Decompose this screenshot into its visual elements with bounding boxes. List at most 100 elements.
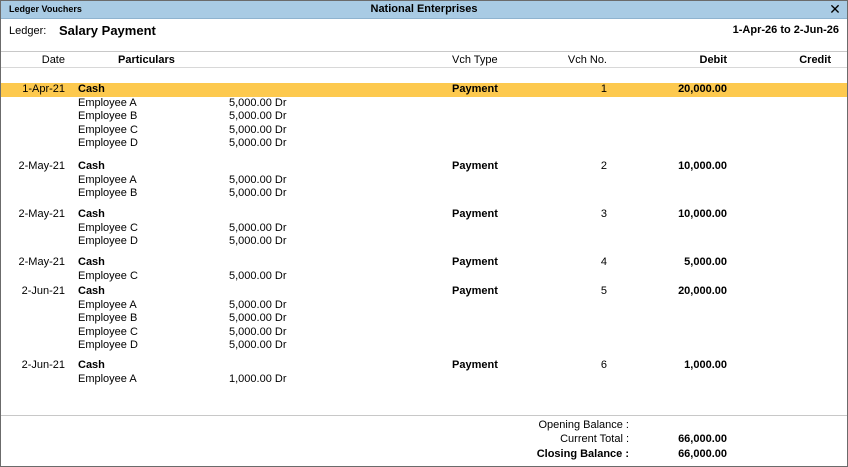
column-header-vch-type: Vch Type [452,54,498,66]
header-underline [1,67,847,68]
voucher-debit: 1,000.00 [684,359,727,371]
employee-name: Employee D [78,137,138,149]
voucher-row[interactable]: 2-May-21 Cash Payment 2 10,000.00 [1,160,847,173]
voucher-date: 2-May-21 [18,208,65,220]
employee-amount: 5,000.00 Dr [229,325,287,338]
column-header-date: Date [41,54,65,66]
ledger-header: Ledger: Salary Payment 1-Apr-26 to 2-Jun… [1,19,847,45]
voucher-row-selected[interactable]: 1-Apr-21 Cash Payment 1 20,000.00 [1,83,847,97]
employee-name: Employee A [78,173,137,186]
column-header-vch-no: Vch No. [567,54,607,66]
footer-divider [1,415,847,416]
voucher-type: Payment [452,256,498,268]
voucher-type: Payment [452,208,498,220]
voucher-number: 6 [600,359,607,371]
employee-name: Employee C [78,269,138,282]
employee-amount: 5,000.00 Dr [229,187,287,199]
employee-name: Employee A [78,372,137,385]
ledger-label: Ledger: [9,25,47,37]
employee-name: Employee A [78,96,137,109]
voucher-detail-row: Employee D 5,000.00 Dr [1,137,847,150]
ledger-name: Salary Payment [59,23,156,38]
employee-name: Employee C [78,221,138,234]
employee-amount: 5,000.00 Dr [229,110,287,122]
voucher-date: 2-Jun-21 [21,359,65,371]
employee-amount: 5,000.00 Dr [229,298,287,311]
voucher-detail-row: Employee C 5,000.00 Dr [1,270,847,283]
voucher-detail-row: Employee B 5,000.00 Dr [1,312,847,325]
voucher-detail-row: Employee C 5,000.00 Dr [1,222,847,235]
voucher-type: Payment [452,285,498,297]
company-title: National Enterprises [370,3,478,15]
voucher-type: Payment [452,359,498,371]
closing-balance-label: Closing Balance : [536,448,629,460]
column-header-debit: Debit [699,54,728,66]
voucher-particulars: Cash [78,208,105,220]
voucher-type: Payment [452,160,498,172]
employee-amount: 5,000.00 Dr [229,235,287,247]
employee-amount: 5,000.00 Dr [229,339,287,351]
title-bar: Ledger Vouchers National Enterprises ✕ [1,1,847,19]
column-header-particulars: Particulars [118,54,175,66]
employee-amount: 1,000.00 Dr [229,372,287,385]
voucher-particulars: Cash [78,285,105,297]
voucher-date: 2-May-21 [18,160,65,172]
current-total-value: 66,000.00 [678,433,727,445]
employee-name: Employee D [78,235,138,247]
voucher-detail-row: Employee C 5,000.00 Dr [1,124,847,137]
voucher-particulars: Cash [78,359,105,371]
employee-amount: 5,000.00 Dr [229,173,287,186]
employee-name: Employee D [78,339,138,351]
voucher-date: 2-Jun-21 [21,285,65,297]
voucher-type: Payment [452,83,498,95]
voucher-number: 5 [600,285,607,297]
period-range[interactable]: 1-Apr-26 to 2-Jun-26 [733,24,839,36]
employee-amount: 5,000.00 Dr [229,123,287,136]
voucher-row[interactable]: 2-Jun-21 Cash Payment 5 20,000.00 [1,285,847,298]
voucher-detail-row: Employee A 5,000.00 Dr [1,299,847,312]
voucher-debit: 10,000.00 [678,160,727,172]
voucher-detail-row: Employee B 5,000.00 Dr [1,110,847,123]
voucher-detail-row: Employee A 5,000.00 Dr [1,97,847,110]
close-icon[interactable]: ✕ [828,1,842,17]
voucher-particulars: Cash [78,256,105,268]
employee-name: Employee C [78,325,138,338]
employee-amount: 5,000.00 Dr [229,96,287,109]
voucher-debit: 20,000.00 [678,285,727,297]
voucher-detail-row: Employee D 5,000.00 Dr [1,235,847,248]
voucher-detail-row: Employee B 5,000.00 Dr [1,187,847,200]
employee-name: Employee A [78,298,137,311]
voucher-date: 1-Apr-21 [22,83,65,95]
voucher-debit: 20,000.00 [678,83,727,95]
voucher-particulars: Cash [78,160,105,172]
employee-name: Employee C [78,123,138,136]
voucher-row[interactable]: 2-May-21 Cash Payment 4 5,000.00 [1,256,847,269]
employee-name: Employee B [78,110,138,122]
opening-balance-label: Opening Balance : [538,419,629,431]
closing-balance-value: 66,000.00 [678,448,727,460]
voucher-number: 3 [600,208,607,220]
voucher-particulars: Cash [78,83,105,95]
employee-amount: 5,000.00 Dr [229,137,287,149]
column-header-credit: Credit [799,54,831,66]
voucher-number: 4 [600,256,607,268]
employee-amount: 5,000.00 Dr [229,269,287,282]
ledger-vouchers-window: Ledger Vouchers National Enterprises ✕ L… [0,0,848,467]
voucher-number: 2 [600,160,607,172]
employee-amount: 5,000.00 Dr [229,312,287,324]
voucher-debit: 10,000.00 [678,208,727,220]
voucher-debit: 5,000.00 [684,256,727,268]
employee-name: Employee B [78,312,138,324]
voucher-date: 2-May-21 [18,256,65,268]
employee-name: Employee B [78,187,138,199]
header-divider [1,51,847,52]
voucher-row[interactable]: 2-Jun-21 Cash Payment 6 1,000.00 [1,359,847,372]
current-total-label: Current Total : [560,433,629,445]
voucher-detail-row: Employee D 5,000.00 Dr [1,339,847,352]
employee-amount: 5,000.00 Dr [229,221,287,234]
voucher-detail-row: Employee A 1,000.00 Dr [1,373,847,386]
voucher-number: 1 [600,83,607,95]
voucher-row[interactable]: 2-May-21 Cash Payment 3 10,000.00 [1,208,847,221]
voucher-detail-row: Employee A 5,000.00 Dr [1,174,847,187]
voucher-detail-row: Employee C 5,000.00 Dr [1,326,847,339]
